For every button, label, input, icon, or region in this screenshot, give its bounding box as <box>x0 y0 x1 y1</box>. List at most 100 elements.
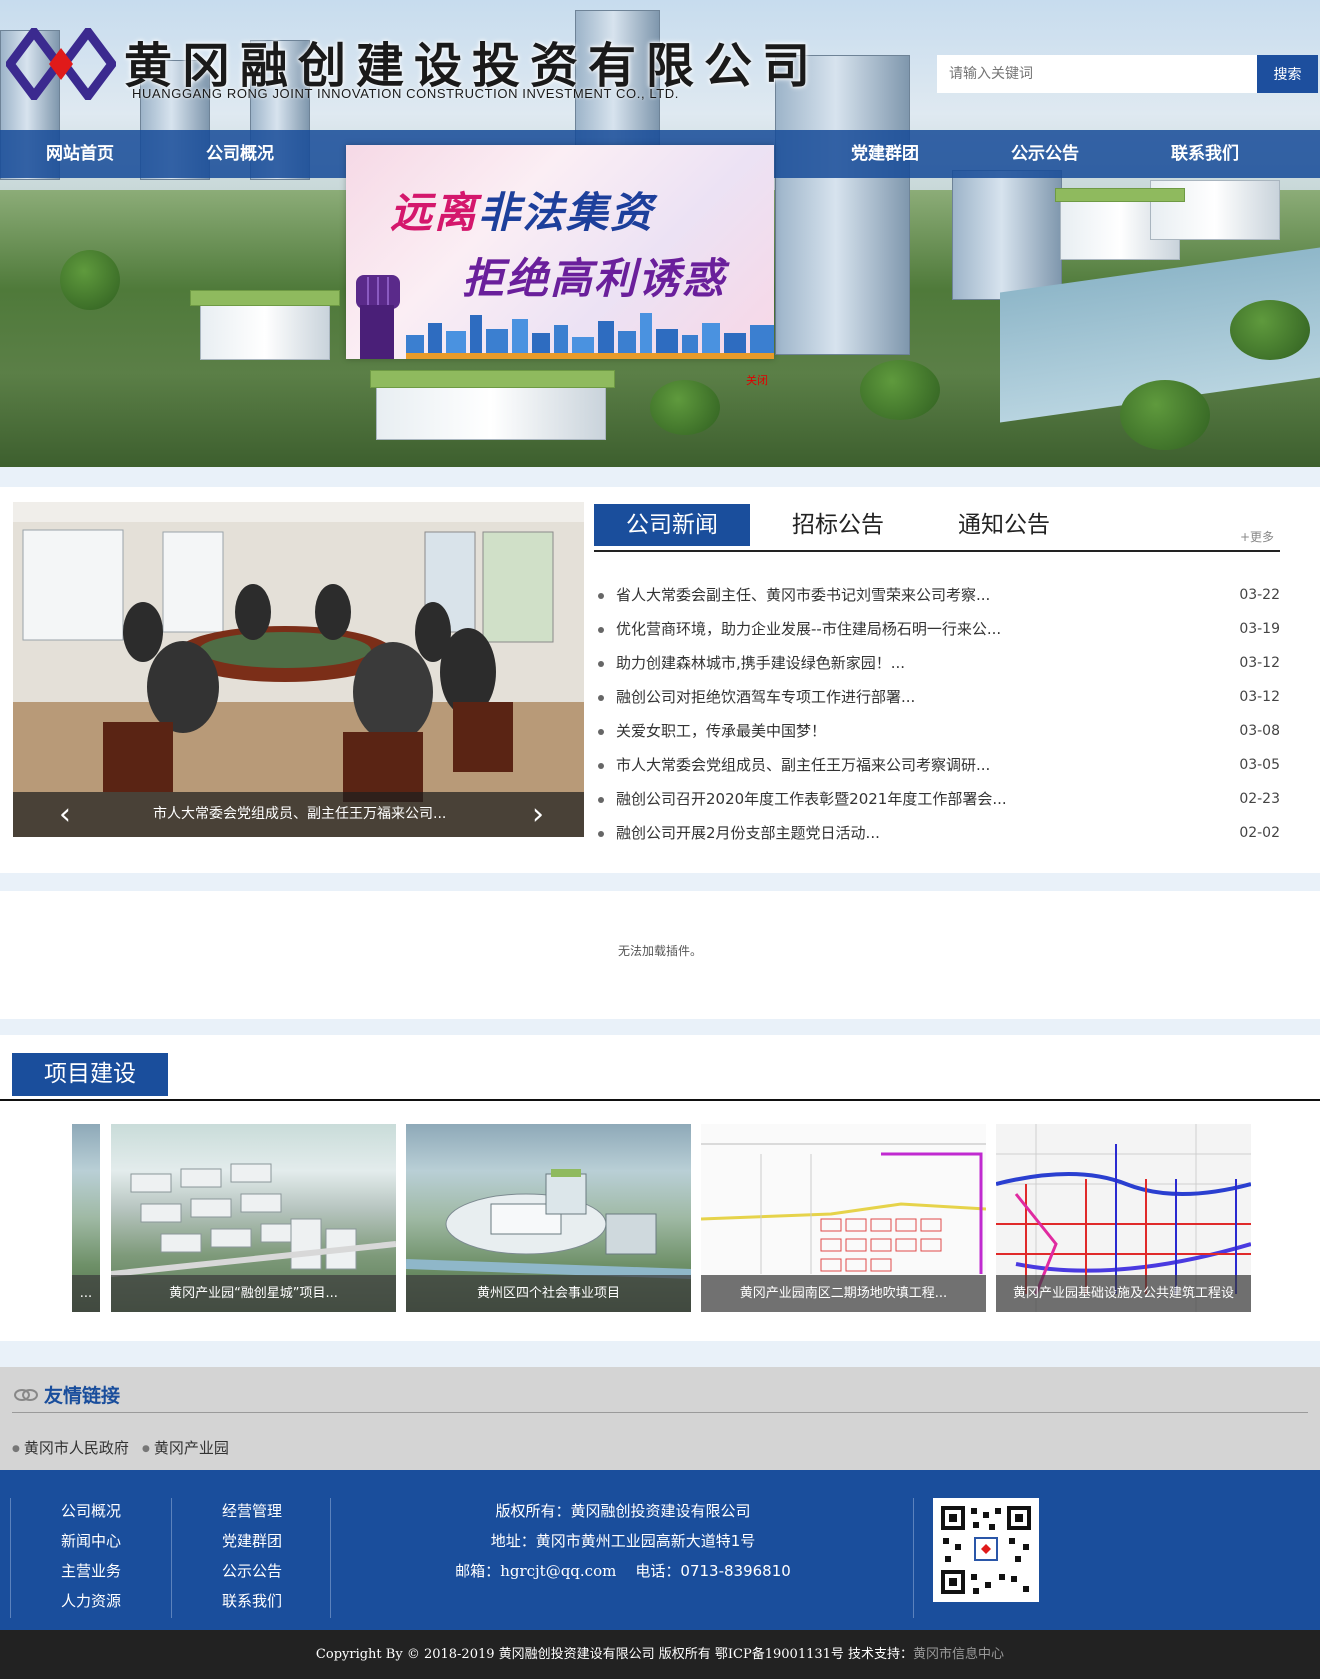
project-caption: 黄冈产业园基础设施及公共建筑工程设 <box>996 1275 1251 1312</box>
news-date: 02-23 <box>1239 791 1280 807</box>
project-caption: 黄冈产业园南区二期场地吹填工程... <box>701 1275 986 1312</box>
slider-caption-bar: ‹ 市人大常委会党组成员、副主任王万福来公司... › <box>13 792 584 837</box>
banner-roof <box>370 370 615 388</box>
footer-link[interactable]: 公司概况 <box>11 1500 171 1521</box>
copyright-text: Copyright By © 2018-2019 黄冈融创投资建设有限公司 版权… <box>315 1647 914 1662</box>
news-title[interactable]: 关爱女职工，传承最美中国梦！ <box>616 714 826 748</box>
banner-building <box>952 170 1062 300</box>
logo-mark-icon <box>6 28 116 100</box>
header-banner: 黄冈融创建设投资有限公司 HUANGGANG RONG JOINT INNOVA… <box>0 0 1320 467</box>
ad-line-1: 远离非法集资 <box>390 188 655 237</box>
news-title[interactable]: 助力创建森林城市,携手建设绿色新家园！... <box>616 646 905 680</box>
slider-photo <box>13 502 584 837</box>
slider-caption[interactable]: 市人大常委会党组成员、副主任王万福来公司... <box>153 792 446 837</box>
banner-tree <box>860 360 940 420</box>
section-divider <box>0 1341 1320 1367</box>
footer-link[interactable]: 人力资源 <box>11 1590 171 1611</box>
footer-owner: 版权所有：黄冈融创投资建设有限公司 <box>495 1502 751 1520</box>
footer-email-label: 邮箱： <box>455 1562 501 1580</box>
site-logo[interactable]: 黄冈融创建设投资有限公司 HUANGGANG RONG JOINT INNOVA… <box>0 20 810 110</box>
project-card[interactable]: 黄州区四个社会事业项目 <box>406 1124 691 1312</box>
project-card[interactable]: 黄冈产业园基础设施及公共建筑工程设 <box>996 1124 1251 1312</box>
news-item[interactable]: 助力创建森林城市,携手建设绿色新家园！... 03-12 <box>596 646 1280 680</box>
news-title[interactable]: 融创公司开展2月份支部主题党日活动... <box>616 816 880 850</box>
nav-item-home[interactable]: 网站首页 <box>0 130 160 178</box>
news-title[interactable]: 优化营商环境，助力企业发展--市住建局杨石明一行来公... <box>616 612 1001 646</box>
nav-item-about[interactable]: 公司概况 <box>160 130 320 178</box>
banner-tower <box>775 55 910 355</box>
chevron-right-icon[interactable]: › <box>518 792 558 837</box>
friend-links-header: 友情链接 <box>12 1381 1308 1413</box>
friend-link-item[interactable]: 黄冈产业园 <box>142 1437 229 1458</box>
news-item[interactable]: 融创公司对拒绝饮酒驾车专项工作进行部署... 03-12 <box>596 680 1280 714</box>
search-bar: 搜索 <box>937 55 1318 93</box>
news-title[interactable]: 市人大常委会党组成员、副主任王万福来公司考察调研... <box>616 748 990 782</box>
nav-item-notices[interactable]: 公示公告 <box>965 130 1125 178</box>
banner-tree <box>650 380 720 435</box>
footer-link[interactable]: 主营业务 <box>11 1560 171 1581</box>
qr-code-icon <box>933 1498 1039 1602</box>
news-item[interactable]: 融创公司开展2月份支部主题党日活动... 02-02 <box>596 816 1280 850</box>
section-divider <box>0 467 1320 487</box>
footer-link[interactable]: 新闻中心 <box>11 1530 171 1551</box>
footer-phone: 0713-8396810 <box>680 1562 791 1580</box>
friend-links-title: 友情链接 <box>44 1385 121 1407</box>
news-item[interactable]: 省人大常委会副主任、黄冈市委书记刘雪荣来公司考察... 03-22 <box>596 578 1280 612</box>
nav-item-party[interactable]: 党建群团 <box>805 130 965 178</box>
news-date: 02-02 <box>1239 825 1280 841</box>
footer-column-1: 公司概况 新闻中心 主营业务 人力资源 <box>10 1498 170 1618</box>
company-name-en: HUANGGANG RONG JOINT INNOVATION CONSTRUC… <box>132 86 679 101</box>
more-link[interactable]: +更多 <box>1240 528 1274 545</box>
news-title[interactable]: 融创公司对拒绝饮酒驾车专项工作进行部署... <box>616 680 915 714</box>
friend-link-item[interactable]: 黄冈市人民政府 <box>12 1437 129 1458</box>
footer-link[interactable]: 公示公告 <box>172 1560 332 1581</box>
news-item[interactable]: 关爱女职工，传承最美中国梦！ 03-08 <box>596 714 1280 748</box>
plugin-message: 无法加载插件。 <box>617 944 702 958</box>
ad-close-link[interactable]: 关闭 <box>746 372 768 388</box>
news-item[interactable]: 市人大常委会党组成员、副主任王万福来公司考察调研... 03-05 <box>596 748 1280 782</box>
project-card[interactable]: 黄冈产业园“融创星城”项目... <box>111 1124 396 1312</box>
footer-column-2: 经营管理 党建群团 公示公告 联系我们 <box>171 1498 331 1618</box>
tab-tender-notice[interactable]: 招标公告 <box>760 504 916 546</box>
footer-contact: 邮箱：hgrcjt@qq.com 电话：0713-8396810 <box>380 1560 866 1581</box>
footer-divider <box>913 1498 914 1618</box>
section-divider <box>0 1019 1320 1035</box>
news-date: 03-19 <box>1239 621 1280 637</box>
news-date: 03-08 <box>1239 723 1280 739</box>
news-item[interactable]: 优化营商环境，助力企业发展--市住建局杨石明一行来公... 03-19 <box>596 612 1280 646</box>
news-date: 03-05 <box>1239 757 1280 773</box>
footer-link[interactable]: 经营管理 <box>172 1500 332 1521</box>
search-input[interactable] <box>937 55 1257 93</box>
banner-tree <box>1230 300 1310 360</box>
footer-link[interactable]: 联系我们 <box>172 1590 332 1611</box>
projects-title[interactable]: 项目建设 <box>12 1053 168 1096</box>
news-date: 03-22 <box>1239 587 1280 603</box>
chevron-left-icon[interactable]: ‹ <box>45 792 85 837</box>
news-date: 03-12 <box>1239 689 1280 705</box>
project-caption: ... <box>72 1275 100 1312</box>
tab-company-news[interactable]: 公司新闻 <box>594 504 750 546</box>
tab-general-notice[interactable]: 通知公告 <box>926 504 1082 546</box>
search-button[interactable]: 搜索 <box>1257 55 1318 93</box>
news-title[interactable]: 融创公司召开2020年度工作表彰暨2021年度工作部署会... <box>616 782 1007 816</box>
news-title[interactable]: 省人大常委会副主任、黄冈市委书记刘雪荣来公司考察... <box>616 578 990 612</box>
project-caption: 黄州区四个社会事业项目 <box>406 1275 691 1312</box>
banner-tree <box>1120 380 1210 450</box>
link-chain-icon <box>14 1389 38 1401</box>
footer: 公司概况 新闻中心 主营业务 人力资源 经营管理 党建群团 公示公告 联系我们 … <box>0 1470 1320 1630</box>
banner-roof <box>1055 188 1185 202</box>
footer-email[interactable]: hgrcjt@qq.com <box>500 1562 616 1580</box>
footer-address: 地址：黄冈市黄州工业园高新大道特1号 <box>490 1532 756 1550</box>
project-caption: 黄冈产业园“融创星城”项目... <box>111 1275 396 1312</box>
news-item[interactable]: 融创公司召开2020年度工作表彰暨2021年度工作部署会... 02-23 <box>596 782 1280 816</box>
floating-ad[interactable]: 远离非法集资 拒绝高利诱惑 <box>346 145 774 359</box>
nav-item-contact[interactable]: 联系我们 <box>1125 130 1285 178</box>
footer-link[interactable]: 党建群团 <box>172 1530 332 1551</box>
project-card[interactable]: 黄冈产业园南区二期场地吹填工程... <box>701 1124 986 1312</box>
tech-support-link[interactable]: 黄冈市信息中心 <box>913 1647 1004 1662</box>
section-divider <box>0 873 1320 891</box>
ad-line-2: 拒绝高利诱惑 <box>462 254 727 303</box>
friend-links: 友情链接 黄冈市人民政府 黄冈产业园 <box>0 1367 1320 1470</box>
news-slider[interactable]: ‹ 市人大常委会党组成员、副主任王万福来公司... › <box>13 502 584 837</box>
project-card[interactable]: ... <box>72 1124 100 1312</box>
